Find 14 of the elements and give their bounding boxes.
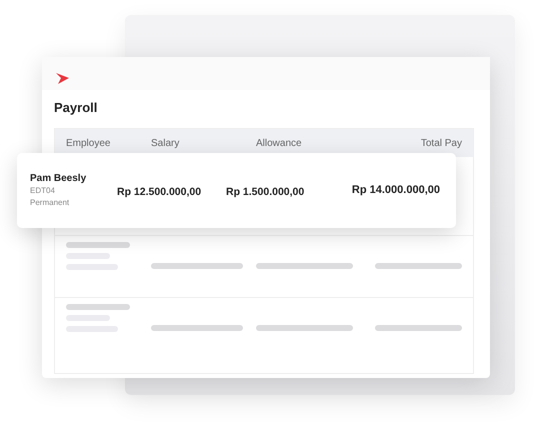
logo-icon: [55, 72, 70, 86]
skeleton-bar: [66, 304, 130, 310]
employee-code: EDT04: [30, 185, 56, 197]
column-header: Allowance: [256, 136, 303, 150]
column-header: Total Pay: [420, 136, 462, 150]
column-header: Salary: [151, 136, 180, 150]
allowance-amount: Rp 1.500.000,00: [226, 186, 304, 198]
column-header: Employee: [66, 136, 112, 150]
salary-amount: Rp 12.500.000,00: [117, 186, 202, 198]
employee-name: Pam Beesly: [30, 172, 88, 185]
skeleton-bar: [66, 242, 130, 248]
page-title: Payroll: [54, 100, 98, 116]
employment-status: Permanent: [30, 197, 70, 209]
total-pay-amount: Rp 14.000.000,00: [352, 184, 440, 196]
